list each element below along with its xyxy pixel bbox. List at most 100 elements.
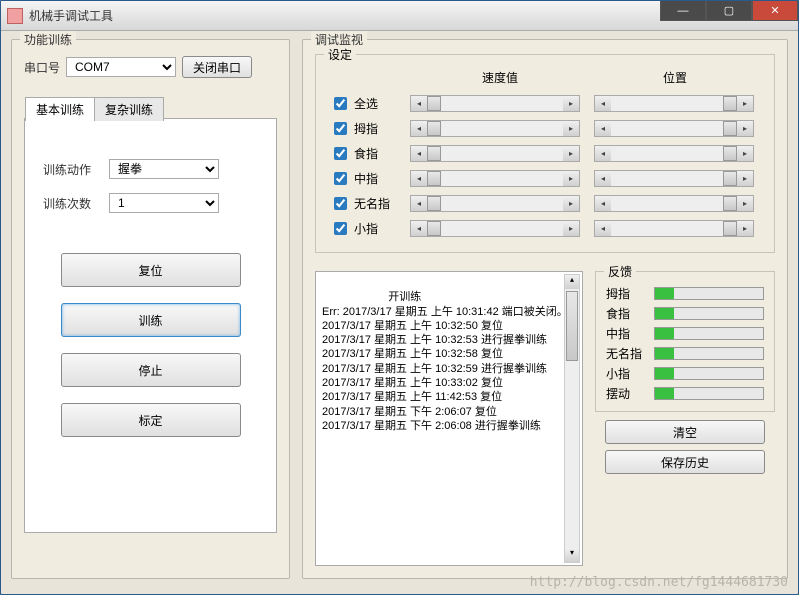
scroll-thumb[interactable] (723, 96, 737, 111)
progress-fill (655, 308, 674, 319)
arrow-left-icon[interactable]: ◂ (411, 96, 427, 111)
arrow-left-icon[interactable]: ◂ (595, 96, 611, 111)
train-button[interactable]: 训练 (61, 303, 241, 337)
scroll-thumb[interactable] (566, 291, 578, 361)
scroll-thumb[interactable] (723, 121, 737, 136)
action-select[interactable]: 握拳 (109, 159, 219, 179)
arrow-left-icon[interactable]: ◂ (411, 121, 427, 136)
log-textbox[interactable]: 开训练 Err: 2017/3/17 星期五 上午 10:31:42 端口被关闭… (315, 271, 583, 566)
row-checkbox[interactable] (334, 147, 347, 160)
progress-fill (655, 328, 674, 339)
row-checkbox[interactable] (334, 222, 347, 235)
scroll-thumb[interactable] (427, 96, 441, 111)
row-checkbox[interactable] (334, 172, 347, 185)
position-scrollbar[interactable]: ◂▸ (594, 120, 754, 137)
com-select[interactable]: COM7 (66, 57, 176, 77)
row-checkbox[interactable] (334, 197, 347, 210)
tab-basic[interactable]: 基本训练 (25, 97, 95, 121)
progress-bar (654, 387, 764, 400)
position-scrollbar[interactable]: ◂▸ (594, 195, 754, 212)
titlebar[interactable]: 机械手调试工具 — ▢ ✕ (1, 1, 798, 31)
scroll-down-icon[interactable]: ▾ (565, 548, 579, 562)
scroll-thumb[interactable] (427, 121, 441, 136)
close-com-button[interactable]: 关闭串口 (182, 56, 252, 78)
scroll-thumb[interactable] (723, 196, 737, 211)
scroll-thumb[interactable] (427, 146, 441, 161)
feedback-column: 反馈 拇指食指中指无名指小指摆动 清空 保存历史 (595, 271, 775, 566)
row-checkbox[interactable] (334, 122, 347, 135)
training-group-title: 功能训练 (20, 31, 76, 48)
speed-scrollbar[interactable]: ◂▸ (410, 120, 580, 137)
lower-panel: 开训练 Err: 2017/3/17 星期五 上午 10:31:42 端口被关闭… (315, 271, 775, 566)
arrow-right-icon[interactable]: ▸ (737, 121, 753, 136)
arrow-left-icon[interactable]: ◂ (595, 221, 611, 236)
feedback-row: 摆动 (606, 385, 764, 402)
arrow-right-icon[interactable]: ▸ (563, 146, 579, 161)
scroll-thumb[interactable] (723, 171, 737, 186)
row-checkbox[interactable] (334, 97, 347, 110)
row-label: 全选 (354, 95, 378, 112)
setting-row: 全选◂▸◂▸ (330, 94, 760, 113)
position-scrollbar[interactable]: ◂▸ (594, 170, 754, 187)
position-scrollbar[interactable]: ◂▸ (594, 220, 754, 237)
col-speed: 速度值 (410, 69, 590, 86)
com-row: 串口号 COM7 关闭串口 (24, 56, 277, 78)
stop-button[interactable]: 停止 (61, 353, 241, 387)
progress-fill (655, 348, 674, 359)
maximize-button[interactable]: ▢ (706, 1, 752, 21)
arrow-right-icon[interactable]: ▸ (563, 221, 579, 236)
arrow-left-icon[interactable]: ◂ (411, 171, 427, 186)
speed-scrollbar[interactable]: ◂▸ (410, 170, 580, 187)
progress-fill (655, 368, 674, 379)
setting-row: 食指◂▸◂▸ (330, 144, 760, 163)
progress-bar (654, 367, 764, 380)
speed-scrollbar[interactable]: ◂▸ (410, 220, 580, 237)
com-label: 串口号 (24, 59, 60, 76)
feedback-label: 无名指 (606, 345, 648, 362)
progress-fill (655, 388, 674, 399)
reset-button[interactable]: 复位 (61, 253, 241, 287)
arrow-left-icon[interactable]: ◂ (411, 146, 427, 161)
arrow-left-icon[interactable]: ◂ (595, 121, 611, 136)
row-label: 无名指 (354, 195, 390, 212)
scroll-thumb[interactable] (427, 196, 441, 211)
arrow-right-icon[interactable]: ▸ (563, 121, 579, 136)
scroll-thumb[interactable] (723, 146, 737, 161)
close-button[interactable]: ✕ (752, 1, 798, 21)
arrow-right-icon[interactable]: ▸ (737, 221, 753, 236)
window-title: 机械手调试工具 (29, 7, 113, 24)
arrow-right-icon[interactable]: ▸ (737, 146, 753, 161)
arrow-right-icon[interactable]: ▸ (737, 96, 753, 111)
save-history-button[interactable]: 保存历史 (605, 450, 765, 474)
arrow-left-icon[interactable]: ◂ (595, 196, 611, 211)
position-scrollbar[interactable]: ◂▸ (594, 95, 754, 112)
position-scrollbar[interactable]: ◂▸ (594, 145, 754, 162)
arrow-right-icon[interactable]: ▸ (563, 196, 579, 211)
calibrate-button[interactable]: 标定 (61, 403, 241, 437)
arrow-left-icon[interactable]: ◂ (411, 196, 427, 211)
feedback-panel: 反馈 拇指食指中指无名指小指摆动 (595, 271, 775, 412)
scroll-thumb[interactable] (723, 221, 737, 236)
minimize-button[interactable]: — (660, 1, 706, 21)
speed-scrollbar[interactable]: ◂▸ (410, 95, 580, 112)
speed-scrollbar[interactable]: ◂▸ (410, 145, 580, 162)
tab-complex[interactable]: 复杂训练 (94, 97, 164, 121)
content: 功能训练 串口号 COM7 关闭串口 基本训练 复杂训练 训练动作 握拳 (1, 31, 798, 594)
arrow-left-icon[interactable]: ◂ (411, 221, 427, 236)
count-select[interactable]: 1 (109, 193, 219, 213)
feedback-row: 食指 (606, 305, 764, 322)
scroll-thumb[interactable] (427, 221, 441, 236)
clear-button[interactable]: 清空 (605, 420, 765, 444)
arrow-left-icon[interactable]: ◂ (595, 171, 611, 186)
arrow-right-icon[interactable]: ▸ (563, 171, 579, 186)
scroll-up-icon[interactable]: ▴ (565, 275, 579, 289)
log-scrollbar[interactable]: ▴ ▾ (564, 274, 580, 563)
window-buttons: — ▢ ✕ (660, 1, 798, 21)
count-label: 训练次数 (43, 195, 103, 212)
scroll-thumb[interactable] (427, 171, 441, 186)
arrow-right-icon[interactable]: ▸ (737, 171, 753, 186)
arrow-left-icon[interactable]: ◂ (595, 146, 611, 161)
arrow-right-icon[interactable]: ▸ (737, 196, 753, 211)
speed-scrollbar[interactable]: ◂▸ (410, 195, 580, 212)
arrow-right-icon[interactable]: ▸ (563, 96, 579, 111)
